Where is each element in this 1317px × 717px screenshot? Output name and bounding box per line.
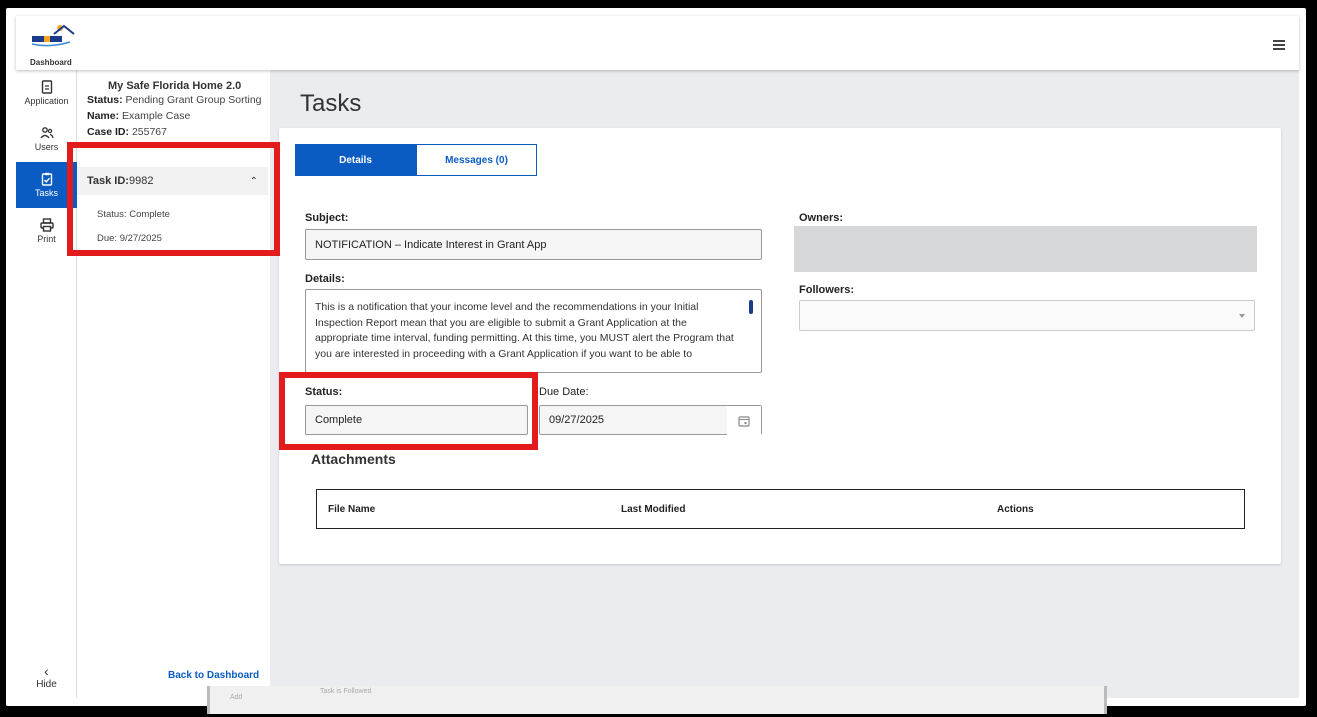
- details-label: Details:: [305, 273, 345, 285]
- col-last-modified[interactable]: Last Modified: [621, 504, 685, 515]
- task-card-body: Status: Complete Due: 9/27/2025: [77, 195, 268, 259]
- nav-label: Users: [34, 142, 59, 152]
- top-bar: Dashboard: [16, 16, 1299, 70]
- owners-field[interactable]: [794, 226, 1257, 272]
- printer-icon: [39, 218, 54, 232]
- main-content: Tasks Details Messages (0) Subject: NOTI…: [270, 70, 1299, 698]
- task-id: Task ID:9982: [87, 175, 154, 187]
- dropdown-arrow-icon: [1239, 314, 1245, 318]
- case-name: Name: Example Case: [87, 110, 191, 122]
- nav-label: Application: [24, 96, 69, 106]
- task-card: Task ID:9982 ⌃ Status: Complete Due: 9/2…: [77, 167, 268, 252]
- col-file-name[interactable]: File Name: [328, 504, 375, 515]
- hamburger-menu-icon[interactable]: [1273, 40, 1285, 50]
- task-due: Due: 9/27/2025: [97, 233, 162, 244]
- chevron-left-icon: ‹: [44, 663, 49, 679]
- ghost-text: Add: [230, 694, 243, 701]
- followers-select[interactable]: [799, 300, 1255, 331]
- left-nav: Application Users Tasks Print ‹ Hide: [16, 70, 77, 698]
- nav-item-tasks[interactable]: Tasks: [16, 162, 77, 208]
- attachments-table: File Name Last Modified Actions: [316, 489, 1245, 529]
- subject-field[interactable]: NOTIFICATION – Indicate Interest in Gran…: [305, 229, 762, 260]
- nav-item-print[interactable]: Print: [16, 208, 77, 254]
- task-status: Status: Complete: [97, 209, 170, 220]
- details-scrollbar[interactable]: [749, 300, 753, 314]
- case-panel: My Safe Florida Home 2.0 Status: Pending…: [77, 70, 270, 698]
- due-date-field[interactable]: 09/27/2025: [539, 405, 762, 435]
- nav-item-application[interactable]: Application: [16, 70, 77, 116]
- background-window-strip: Task is Followed Add: [207, 686, 1107, 714]
- page-title: Tasks: [300, 90, 362, 117]
- due-date-label: Due Date:: [539, 386, 589, 398]
- subject-label: Subject:: [305, 212, 349, 224]
- tab-details[interactable]: Details: [295, 144, 416, 176]
- browser-viewport: Dashboard Application Users Tasks Print …: [6, 8, 1306, 706]
- owners-label: Owners:: [799, 212, 844, 224]
- task-card-header[interactable]: Task ID:9982 ⌃: [77, 167, 268, 195]
- details-textarea[interactable]: This is a notification that your income …: [305, 289, 762, 373]
- app-logo[interactable]: [30, 22, 78, 50]
- nav-item-users[interactable]: Users: [16, 116, 77, 162]
- nav-label: Print: [37, 234, 56, 244]
- followers-label: Followers:: [799, 284, 855, 296]
- users-icon: [39, 127, 54, 139]
- ghost-text: Task is Followed: [320, 688, 372, 695]
- logo-icon: [31, 24, 75, 47]
- case-title: My Safe Florida Home 2.0: [108, 80, 242, 92]
- document-icon: [41, 80, 52, 94]
- chevron-up-icon[interactable]: ⌃: [250, 176, 258, 187]
- tabs: Details Messages (0): [295, 144, 537, 176]
- hide-label: Hide: [36, 679, 57, 690]
- attachments-title: Attachments: [311, 451, 396, 467]
- case-status: Status: Pending Grant Group Sorting: [87, 94, 262, 106]
- col-actions: Actions: [997, 503, 1034, 515]
- case-id: Case ID: 255767: [87, 126, 167, 138]
- due-date-value: 09/27/2025: [549, 414, 605, 426]
- back-to-dashboard-link[interactable]: Back to Dashboard: [168, 670, 259, 681]
- hide-nav-button[interactable]: ‹ Hide: [16, 663, 77, 690]
- tasks-icon: [41, 172, 52, 186]
- logo-label: Dashboard: [30, 58, 72, 67]
- tab-messages[interactable]: Messages (0): [416, 144, 537, 176]
- status-field[interactable]: Complete: [305, 405, 528, 435]
- calendar-icon[interactable]: [727, 406, 761, 435]
- nav-label: Tasks: [34, 188, 58, 198]
- task-details-card: Details Messages (0) Subject: NOTIFICATI…: [279, 128, 1281, 564]
- status-label: Status:: [305, 386, 343, 398]
- details-text: This is a notification that your income …: [315, 301, 734, 360]
